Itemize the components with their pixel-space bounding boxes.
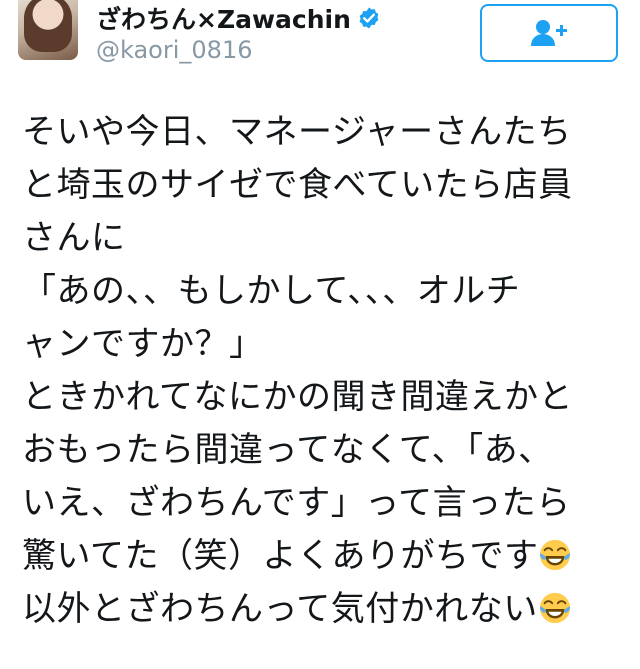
tweet-line: ときかれてなにかの聞き間違えかと [22, 377, 573, 417]
tweet-header: ざわちん×Zawachin @kaori_0816 [0, 0, 640, 78]
tweet-text: そいや今日、マネージャーさんたち と埼玉のサイゼで食べていたら店員 さんに 「あ… [22, 106, 622, 636]
verified-badge-icon [359, 7, 379, 29]
tweet-line: ャンですか？」 [22, 324, 264, 364]
face-with-tears-of-joy-icon [539, 592, 570, 624]
tweet-line-text: 驚いてた（笑）よくありがちです [22, 536, 539, 576]
follow-button[interactable] [480, 4, 618, 62]
name-row[interactable]: ざわちん×Zawachin [96, 0, 381, 36]
tweet-line: おもったら間違ってなくて、「あ、 [22, 430, 553, 470]
display-name[interactable]: ざわちん×Zawachin [96, 0, 351, 36]
add-user-icon [531, 20, 567, 46]
tweet-line: さんに [22, 218, 126, 258]
user-handle[interactable]: @kaori_0816 [96, 36, 252, 64]
tweet-line: と埼玉のサイゼで食べていたら店員 [22, 165, 573, 205]
tweet-line-with-emoji: 驚いてた（笑）よくありがちです [22, 530, 622, 583]
tweet-line: いえ、ざわちんです」って言ったら [22, 483, 571, 523]
face-with-tears-of-joy-icon [540, 539, 571, 571]
tweet-line-with-emoji: 以外とざわちんって気付かれない [22, 583, 622, 636]
avatar[interactable] [18, 0, 78, 60]
avatar-portrait [24, 0, 72, 52]
tweet-line: 「あの、、もしかして、、、オルチ [22, 271, 521, 311]
tweet-line: そいや今日、マネージャーさんたち [22, 112, 572, 152]
tweet-line-text: 以外とざわちんって気付かれない [22, 589, 538, 629]
